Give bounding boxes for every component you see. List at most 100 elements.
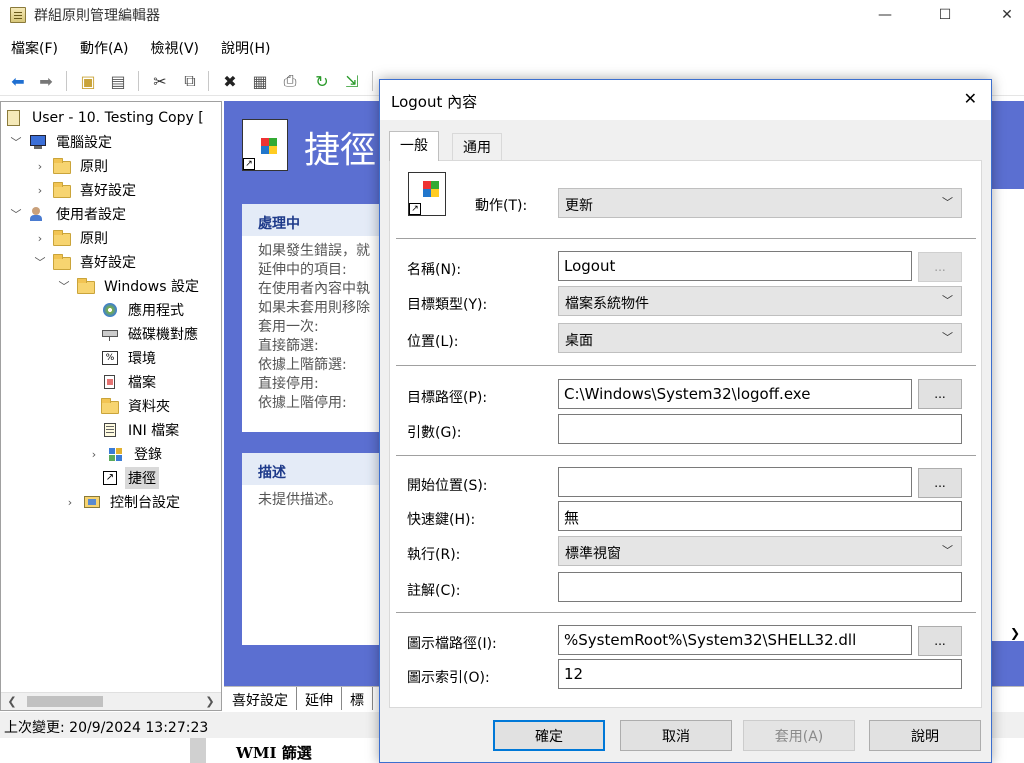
dialog-titlebar: Logout 內容 ✕ — [380, 80, 991, 120]
show-hide-tree-icon[interactable]: ▤ — [106, 69, 130, 93]
tree-item-user-config[interactable]: ﹀ 使用者設定 — [9, 202, 129, 226]
help-button[interactable]: 說明 — [869, 720, 981, 751]
target-path-label: 目標路徑(P): — [407, 390, 488, 406]
export-list-icon[interactable]: ⇲ — [340, 69, 364, 93]
tree-item-drive-maps[interactable]: 磁碟機對應 — [101, 322, 201, 346]
tab-standard[interactable]: 標 — [342, 687, 373, 710]
up-folder-icon[interactable]: ▣ — [76, 69, 100, 93]
apply-button[interactable]: 套用(A) — [743, 720, 855, 751]
refresh-icon[interactable]: ↻ — [310, 69, 334, 93]
hotkey-field[interactable]: 無 — [558, 501, 962, 531]
action-select[interactable]: 更新 ﹀ — [558, 188, 962, 218]
tab-preferences[interactable]: 喜好設定 — [224, 687, 297, 710]
tree-item-folders[interactable]: 資料夾 — [101, 394, 173, 418]
properties-icon[interactable]: ▦ — [248, 69, 272, 93]
tree-item-control-panel[interactable]: › 控制台設定 — [63, 490, 183, 514]
environment-icon: % — [101, 350, 119, 366]
tree-item-computer-policies[interactable]: › 原則 — [33, 154, 111, 178]
tree-root[interactable]: User - 10. Testing Copy [ — [5, 106, 207, 130]
collapse-icon[interactable]: ﹀ — [9, 207, 23, 221]
icon-path-field[interactable]: %SystemRoot%\System32\SHELL32.dll — [558, 625, 912, 655]
scroll-left-icon[interactable]: ❮ — [3, 693, 21, 710]
tree-item-computer-preferences[interactable]: › 喜好設定 — [33, 178, 139, 202]
tree-item-windows-settings[interactable]: ﹀ Windows 設定 — [57, 274, 202, 298]
name-field[interactable]: Logout — [558, 251, 912, 281]
arguments-label: 引數(G): — [407, 425, 462, 441]
run-select[interactable]: 標準視窗 ﹀ — [558, 536, 962, 566]
tree-label: Windows 設定 — [104, 279, 199, 295]
ok-button[interactable]: 確定 — [493, 720, 605, 751]
icon-path-label: 圖示檔路徑(I): — [407, 636, 497, 652]
menu-view[interactable]: 檢視(V) — [140, 36, 211, 60]
folder-icon — [77, 277, 95, 294]
location-select[interactable]: 桌面 ﹀ — [558, 323, 962, 353]
general-tab-panel: ↗ 動作(T): 更新 ﹀ 名稱(N): Logout ... 目標類型(Y):… — [389, 160, 982, 708]
arguments-field[interactable] — [558, 414, 962, 444]
tree-item-environment[interactable]: % 環境 — [101, 346, 159, 370]
target-path-browse-button[interactable]: ... — [918, 379, 962, 409]
name-browse-button[interactable]: ... — [918, 252, 962, 282]
tab-extended[interactable]: 延伸 — [297, 687, 342, 710]
tree-item-ini-files[interactable]: INI 檔案 — [101, 418, 182, 442]
tree-item-registry[interactable]: › 登錄 — [87, 442, 165, 466]
collapse-icon[interactable]: ﹀ — [33, 255, 47, 269]
tree-item-computer-config[interactable]: ﹀ 電腦設定 — [9, 130, 115, 154]
tree-label: 電腦設定 — [56, 135, 112, 151]
expand-icon[interactable]: › — [33, 231, 47, 245]
drive-map-icon — [101, 326, 119, 342]
cancel-button[interactable]: 取消 — [620, 720, 732, 751]
divider — [396, 455, 976, 456]
tree-item-shortcuts[interactable]: ↗ 捷徑 — [101, 466, 159, 490]
comment-field[interactable] — [558, 572, 962, 602]
back-icon[interactable]: ⬅ — [6, 69, 30, 93]
icon-index-field[interactable]: 12 — [558, 659, 962, 689]
tab-general[interactable]: 一般 — [389, 131, 439, 161]
tree-label: 使用者設定 — [56, 207, 126, 223]
menu-file[interactable]: 檔案(F) — [0, 36, 69, 60]
chevron-down-icon: ﹀ — [942, 294, 953, 307]
users-icon — [29, 206, 47, 222]
window-titlebar: 群組原則管理編輯器 — ☐ ✕ — [0, 0, 1024, 30]
tree-label: 原則 — [80, 231, 108, 247]
target-type-select[interactable]: 檔案系統物件 ﹀ — [558, 286, 962, 316]
tree-item-files[interactable]: 檔案 — [101, 370, 159, 394]
tree-horizontal-scrollbar[interactable]: ❮ ❯ — [1, 692, 221, 710]
dialog-close-icon[interactable]: ✕ — [964, 89, 977, 108]
delete-icon[interactable]: ✖ — [218, 69, 242, 93]
tree-label: 環境 — [128, 351, 156, 367]
start-in-field[interactable] — [558, 467, 912, 497]
scroll-thumb[interactable] — [27, 696, 103, 707]
minimize-button[interactable]: — — [862, 0, 908, 30]
divider — [396, 238, 976, 239]
target-path-field[interactable]: C:\Windows\System32\logoff.exe — [558, 379, 912, 409]
close-window-button[interactable]: ✕ — [984, 0, 1024, 30]
cut-icon[interactable]: ✂ — [148, 69, 172, 93]
tree-item-applications[interactable]: 應用程式 — [101, 298, 187, 322]
maximize-button[interactable]: ☐ — [922, 0, 968, 30]
expand-icon[interactable]: › — [33, 183, 47, 197]
gpo-editor-icon — [10, 7, 26, 23]
collapse-icon[interactable]: ﹀ — [57, 279, 71, 293]
expand-icon[interactable]: › — [33, 159, 47, 173]
menu-action[interactable]: 動作(A) — [69, 36, 140, 60]
print-icon[interactable]: ⎙ — [278, 69, 302, 93]
chevron-down-icon: ﹀ — [942, 544, 953, 557]
menu-help[interactable]: 說明(H) — [210, 36, 281, 60]
folder-icon — [53, 157, 71, 174]
tree-item-user-preferences[interactable]: ﹀ 喜好設定 — [33, 250, 139, 274]
icon-path-browse-button[interactable]: ... — [918, 626, 962, 656]
copy-icon[interactable]: ⧉ — [178, 69, 202, 93]
section-heading: 捷徑 — [304, 130, 377, 171]
scroll-right-icon[interactable]: ❯ — [1010, 626, 1020, 640]
location-value: 桌面 — [565, 333, 593, 349]
tree-item-user-policies[interactable]: › 原則 — [33, 226, 111, 250]
collapse-icon[interactable]: ﹀ — [9, 135, 23, 149]
expand-icon[interactable]: › — [87, 447, 101, 461]
tab-common[interactable]: 通用 — [452, 133, 502, 160]
forward-icon[interactable]: ➡ — [34, 69, 58, 93]
tree-root-label: User - 10. Testing Copy [ — [32, 110, 204, 126]
tree-label: 控制台設定 — [110, 495, 180, 511]
start-in-browse-button[interactable]: ... — [918, 468, 962, 498]
scroll-right-icon[interactable]: ❯ — [201, 693, 219, 710]
expand-icon[interactable]: › — [63, 495, 77, 509]
